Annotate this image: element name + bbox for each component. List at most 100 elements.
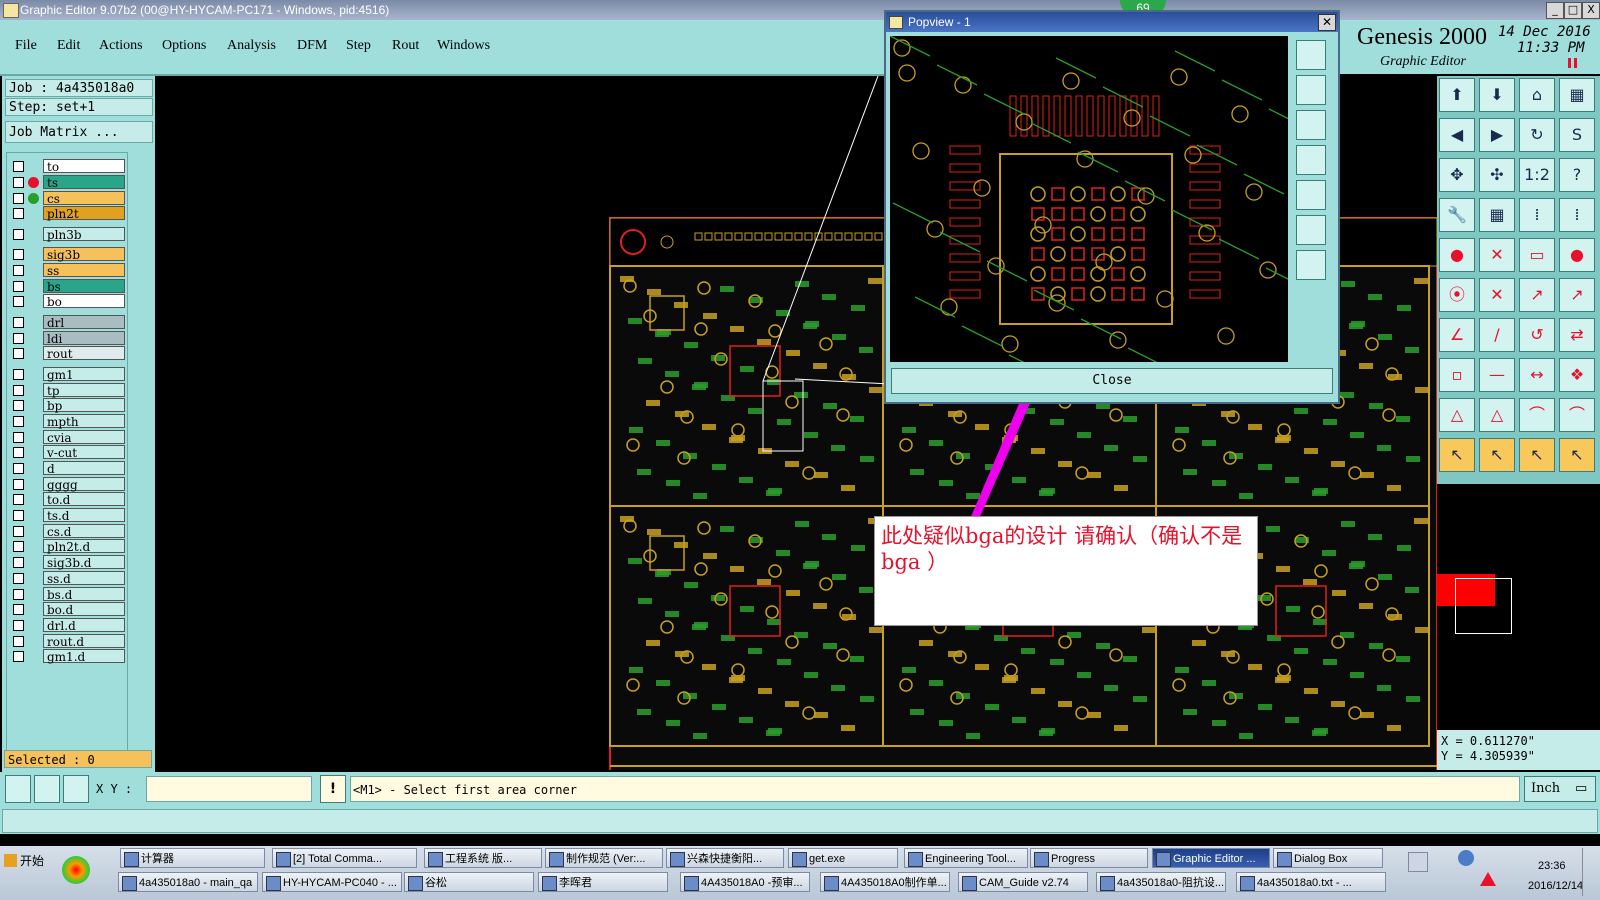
rotate-icon[interactable]: ↺	[1519, 318, 1555, 352]
zoom-in-icon[interactable]: ⬆	[1439, 78, 1475, 112]
minus-icon[interactable]: —	[1479, 358, 1515, 392]
layer-checkbox[interactable]	[13, 208, 24, 219]
copy-icon[interactable]: ↗	[1559, 278, 1595, 312]
pointer-alt-icon[interactable]: ↖	[1479, 438, 1515, 472]
taskbar-item[interactable]: [2] Total Comma...	[272, 848, 417, 868]
layer-checkbox[interactable]	[13, 265, 24, 276]
help-icon[interactable]: ?	[1559, 158, 1595, 192]
layer-row[interactable]: v-cut	[7, 445, 129, 460]
layer-checkbox[interactable]	[13, 463, 24, 474]
popview-left-icon[interactable]	[1296, 145, 1326, 175]
layer-row[interactable]: bp	[7, 398, 129, 413]
popview-fit-icon[interactable]	[1296, 215, 1326, 245]
popview-zoom-icon[interactable]	[1296, 40, 1326, 70]
layer-row[interactable]: gggg	[7, 477, 129, 492]
layer-checkbox[interactable]	[13, 193, 24, 204]
layer-checkbox[interactable]	[13, 281, 24, 292]
layer-row[interactable]: cs	[7, 191, 129, 206]
measure-icon[interactable]	[34, 775, 60, 803]
popview-down-icon[interactable]	[1296, 110, 1326, 140]
zoom-out-icon[interactable]: ⬇	[1479, 78, 1515, 112]
layer-row[interactable]: bo.d	[7, 602, 129, 617]
overview-map[interactable]	[1437, 486, 1600, 728]
wrench-icon[interactable]: 🔧	[1439, 198, 1475, 232]
taskbar-item[interactable]: CAM_Guide v2.74	[958, 872, 1088, 892]
taskbar-item[interactable]: 4A435018A0制作单...	[820, 872, 950, 892]
job-matrix-button[interactable]: Job Matrix ...	[5, 121, 153, 143]
resize-icon[interactable]: ↔	[1519, 358, 1555, 392]
unit-selector[interactable]: Inch ▭	[1524, 776, 1596, 802]
grid-icon[interactable]	[63, 775, 89, 803]
taskbar-item[interactable]: HY-HYCAM-PC040 - ...	[262, 872, 402, 892]
layer-checkbox[interactable]	[13, 317, 24, 328]
taskbar-item[interactable]: 4A435018A0 -预审...	[680, 872, 810, 892]
taskbar-item[interactable]: Progress	[1030, 848, 1148, 868]
layer-checkbox[interactable]	[13, 369, 24, 380]
menu-options[interactable]: Options	[162, 38, 206, 54]
pointer-edit-icon[interactable]: ↖	[1519, 438, 1555, 472]
scale-icon[interactable]: 1:2	[1519, 158, 1555, 192]
layer-row[interactable]: cvia	[7, 430, 129, 445]
redraw-icon[interactable]: ↻	[1519, 118, 1555, 152]
layer-checkbox[interactable]	[13, 348, 24, 359]
layer-row[interactable]: pln2t.d	[7, 539, 129, 554]
layer-row[interactable]: bo	[7, 294, 129, 309]
layer-row[interactable]: rout.d	[7, 634, 129, 649]
menu-file[interactable]: File	[15, 38, 37, 54]
slash-icon[interactable]: /	[1479, 318, 1515, 352]
network-icon[interactable]	[1458, 850, 1474, 866]
cross-icon[interactable]: ✕	[1479, 238, 1515, 272]
layer-row[interactable]: ldi	[7, 331, 129, 346]
layer-checkbox[interactable]	[13, 589, 24, 600]
layers-icon[interactable]: ⁞	[1519, 198, 1555, 232]
center-icon[interactable]: ✣	[1479, 158, 1515, 192]
popview-center-icon[interactable]	[1296, 250, 1326, 280]
layer-row[interactable]: ss.d	[7, 571, 129, 586]
layer-row[interactable]: ss	[7, 263, 129, 278]
select-icon[interactable]: ●	[1439, 238, 1475, 272]
xy-input[interactable]	[146, 776, 312, 802]
layer-checkbox[interactable]	[13, 416, 24, 427]
layer-row[interactable]: mpth	[7, 414, 129, 429]
triangle-icon[interactable]: △	[1439, 398, 1475, 432]
grid-icon[interactable]: ▦	[1479, 198, 1515, 232]
window-icon[interactable]: ▦	[1559, 78, 1595, 112]
layer-row[interactable]: to.d	[7, 492, 129, 507]
home-icon[interactable]: ⌂	[1519, 78, 1555, 112]
menu-rout[interactable]: Rout	[392, 38, 419, 54]
connect-icon[interactable]: ⦿	[1439, 278, 1475, 312]
layer-checkbox[interactable]	[13, 249, 24, 260]
popview-close-button[interactable]: Close	[891, 368, 1333, 394]
taskbar-item[interactable]: 4a435018a0.txt - ...	[1236, 872, 1386, 892]
menu-dfm[interactable]: DFM	[297, 38, 327, 54]
layer-checkbox[interactable]	[13, 296, 24, 307]
layer-checkbox[interactable]	[13, 636, 24, 647]
layer-checkbox[interactable]	[13, 557, 24, 568]
menu-step[interactable]: Step	[346, 38, 371, 54]
layer-checkbox[interactable]	[13, 620, 24, 631]
fit-icon[interactable]: ✥	[1439, 158, 1475, 192]
taskbar-item[interactable]: Engineering Tool...	[904, 848, 1028, 868]
triangle-up-icon[interactable]: △	[1479, 398, 1515, 432]
taskbar-item[interactable]: 4a435018a0 - main_qa	[118, 872, 258, 892]
layer-row[interactable]: gm1	[7, 367, 129, 382]
popview-right-icon[interactable]	[1296, 180, 1326, 210]
keyboard-icon[interactable]	[1408, 852, 1428, 872]
mirror-icon[interactable]: ⇄	[1559, 318, 1595, 352]
show-desktop-button[interactable]	[1582, 848, 1599, 896]
layer-row[interactable]: bs.d	[7, 587, 129, 602]
close-window-button[interactable]: X	[1582, 2, 1600, 19]
layer-row[interactable]: d	[7, 461, 129, 476]
volume-icon[interactable]	[1480, 872, 1496, 886]
taskbar-item[interactable]: 计算器	[120, 848, 265, 868]
layer-checkbox[interactable]	[13, 651, 24, 662]
layer-row[interactable]: sig3b	[7, 247, 129, 262]
layer-row[interactable]: sig3b.d	[7, 555, 129, 570]
delete-icon[interactable]: ✕	[1479, 278, 1515, 312]
layer-checkbox[interactable]	[13, 604, 24, 615]
layer-checkbox[interactable]	[13, 229, 24, 240]
taskbar-item[interactable]: 兴森快捷衡阳...	[666, 848, 784, 868]
layer-row[interactable]: rout	[7, 346, 129, 361]
menu-analysis[interactable]: Analysis	[227, 38, 276, 54]
layer-row[interactable]: ts	[7, 175, 129, 190]
